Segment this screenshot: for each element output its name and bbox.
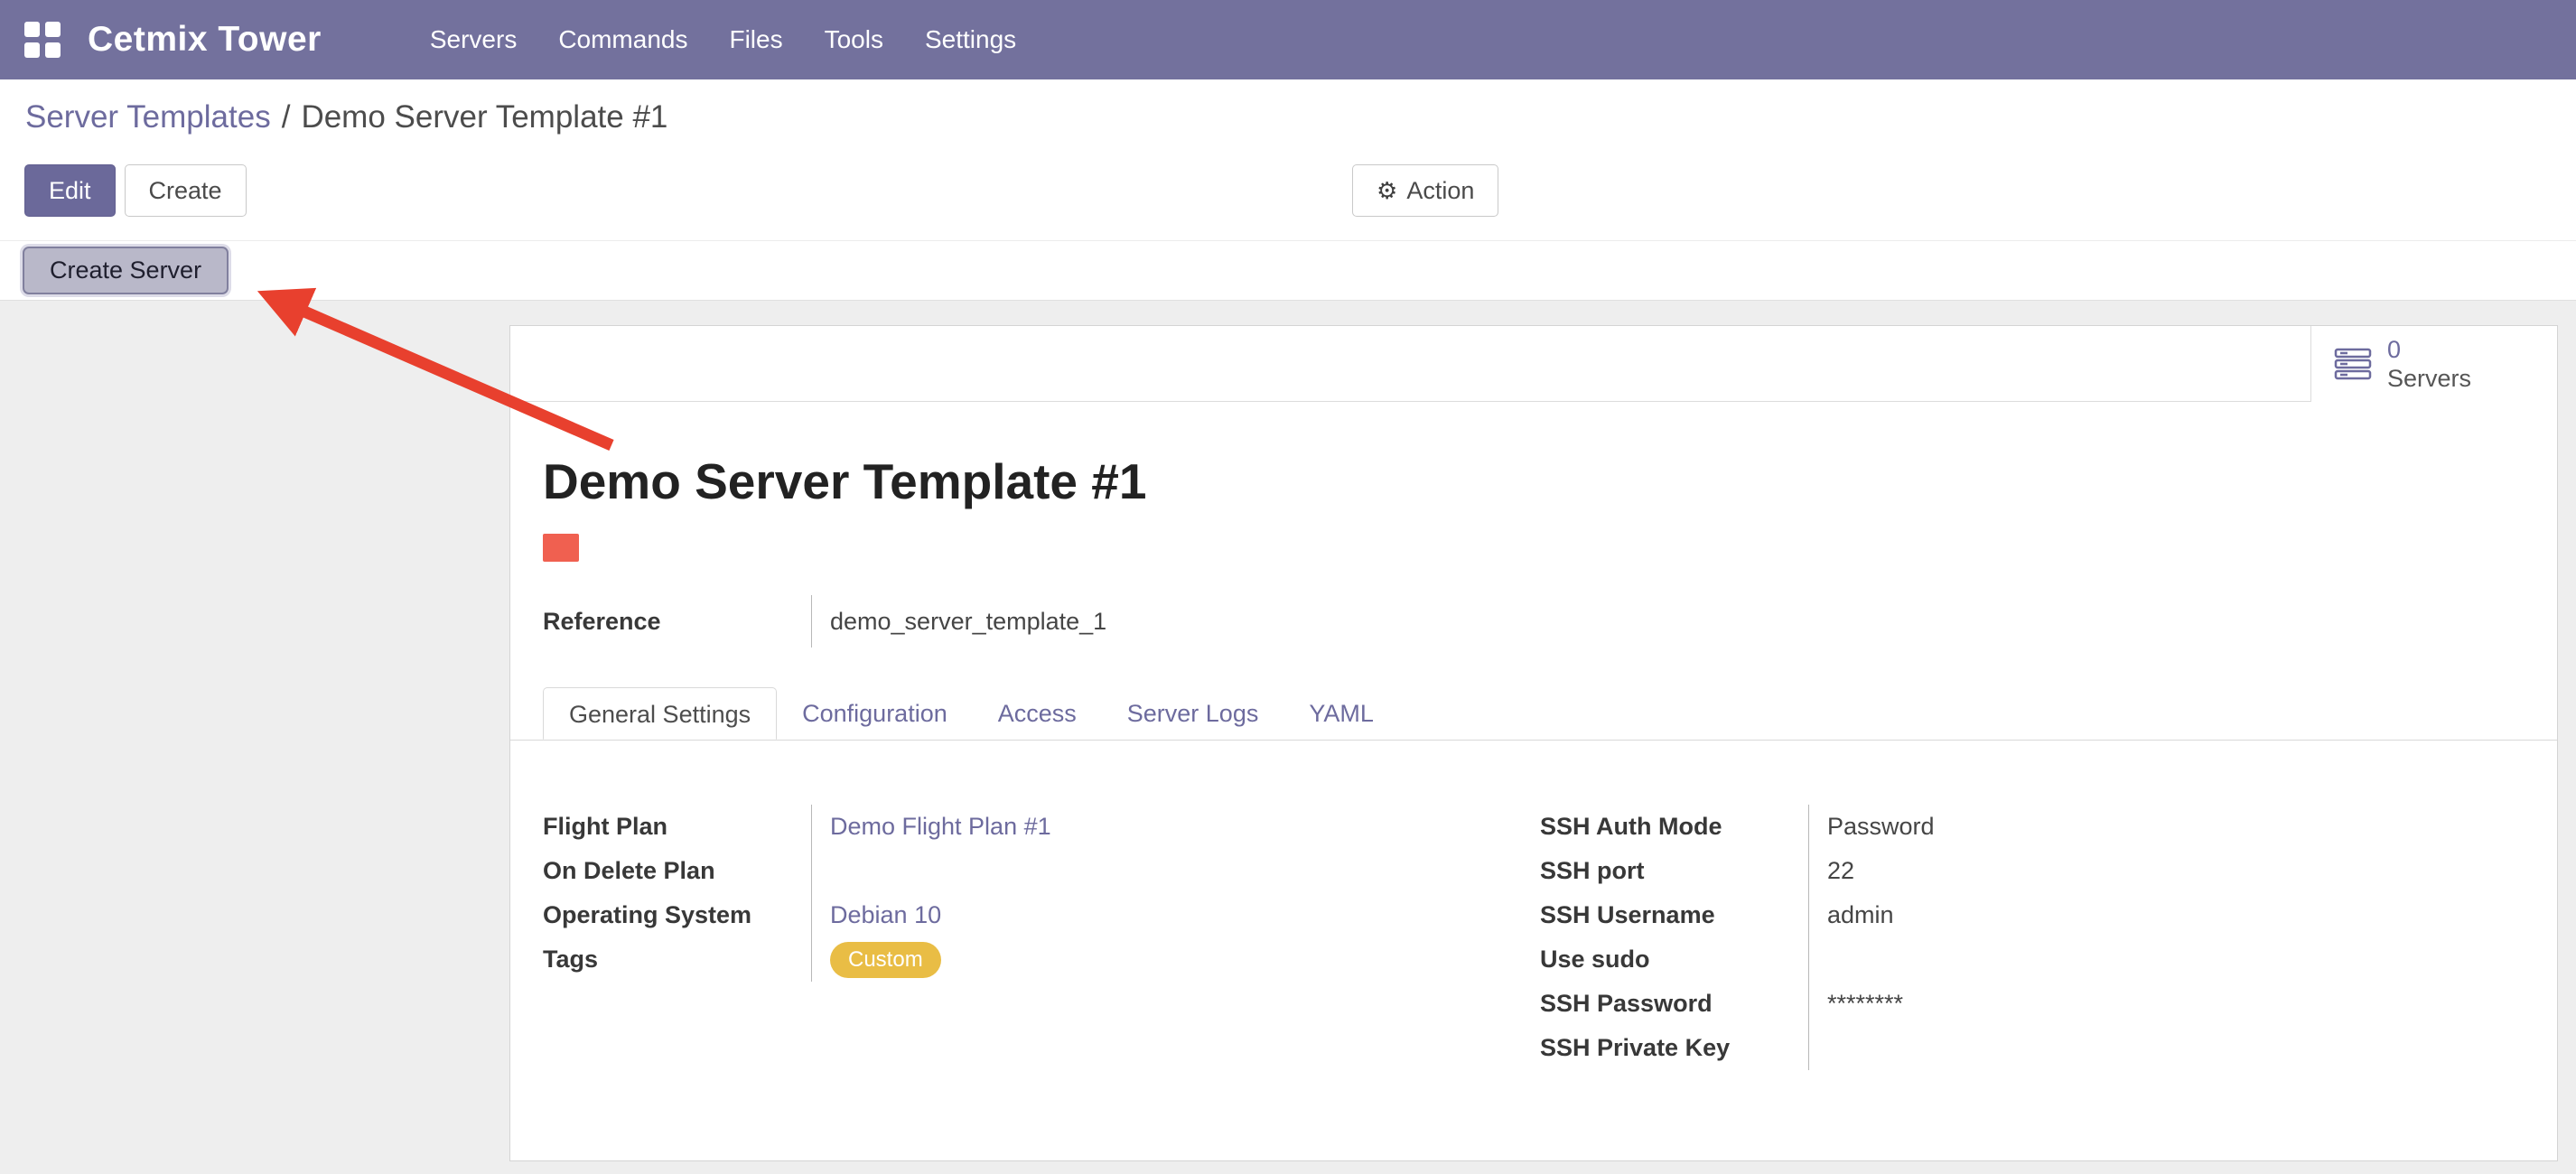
left-field-group: Flight Plan On Delete Plan Operating Sys… [543,805,1190,982]
reference-value: demo_server_template_1 [811,595,1106,648]
tab-general-settings[interactable]: General Settings [543,687,777,740]
breadcrumb-separator: / [282,99,291,135]
tags-label: Tags [543,937,811,982]
operating-system-value[interactable]: Debian 10 [830,893,941,937]
stat-label: Servers [2387,364,2471,393]
ssh-username-label: SSH Username [1540,893,1808,937]
color-swatch[interactable] [543,534,579,562]
breadcrumb: Server Templates / Demo Server Template #1 [25,99,667,135]
gear-icon: ⚙ [1377,177,1397,205]
notebook-tabs: General Settings Configuration Access Se… [510,687,2557,741]
server-icon [2333,344,2373,384]
create-button[interactable]: Create [125,164,247,217]
ssh-password-value: ******** [1827,982,1903,1026]
right-field-group: SSH Auth Mode SSH port SSH Username Use … [1540,805,2188,1070]
tag-custom[interactable]: Custom [830,942,941,978]
menu-item-settings[interactable]: Settings [925,25,1016,54]
ssh-private-key-label: SSH Private Key [1540,1026,1808,1070]
ssh-port-value: 22 [1827,849,1854,893]
brand-title[interactable]: Cetmix Tower [88,20,322,60]
servers-stat-button[interactable]: 0 Servers [2310,326,2557,402]
menu-item-tools[interactable]: Tools [825,25,883,54]
menu-item-files[interactable]: Files [729,25,782,54]
stat-value: 0 [2387,335,2401,364]
flight-plan-value[interactable]: Demo Flight Plan #1 [830,805,1051,849]
menu-item-servers[interactable]: Servers [430,25,517,54]
on-delete-plan-label: On Delete Plan [543,849,811,893]
ssh-password-label: SSH Password [1540,982,1808,1026]
control-panel-buttons: Edit Create [24,164,247,217]
object-buttons-strip: Create Server [0,240,2576,301]
breadcrumb-parent[interactable]: Server Templates [25,99,271,135]
edit-button[interactable]: Edit [24,164,116,217]
content-area: 0 Servers Demo Server Template #1 Refere… [0,301,2576,1174]
reference-label: Reference [543,608,811,636]
create-server-button[interactable]: Create Server [23,247,229,294]
operating-system-label: Operating System [543,893,811,937]
action-button[interactable]: ⚙ Action [1352,164,1498,217]
button-box: 0 Servers [510,326,2557,402]
apps-menu-icon[interactable] [24,22,61,58]
app-window: Cetmix Tower Servers Commands Files Tool… [0,0,2576,1174]
breadcrumb-current: Demo Server Template #1 [301,99,667,135]
record-title: Demo Server Template #1 [543,452,1146,510]
tab-access[interactable]: Access [973,687,1102,740]
tab-configuration[interactable]: Configuration [777,687,973,740]
action-button-label: Action [1406,177,1474,205]
top-navbar: Cetmix Tower Servers Commands Files Tool… [0,0,2576,79]
ssh-username-value: admin [1827,893,1894,937]
flight-plan-label: Flight Plan [543,805,811,849]
ssh-auth-mode-value: Password [1827,805,1935,849]
ssh-auth-mode-label: SSH Auth Mode [1540,805,1808,849]
use-sudo-label: Use sudo [1540,937,1808,982]
menu-item-commands[interactable]: Commands [558,25,687,54]
ssh-port-label: SSH port [1540,849,1808,893]
tab-server-logs[interactable]: Server Logs [1102,687,1284,740]
form-sheet: 0 Servers Demo Server Template #1 Refere… [509,325,2558,1161]
tab-yaml[interactable]: YAML [1283,687,1399,740]
main-menu: Servers Commands Files Tools Settings [430,25,1016,54]
reference-field: Reference demo_server_template_1 [543,595,1106,648]
